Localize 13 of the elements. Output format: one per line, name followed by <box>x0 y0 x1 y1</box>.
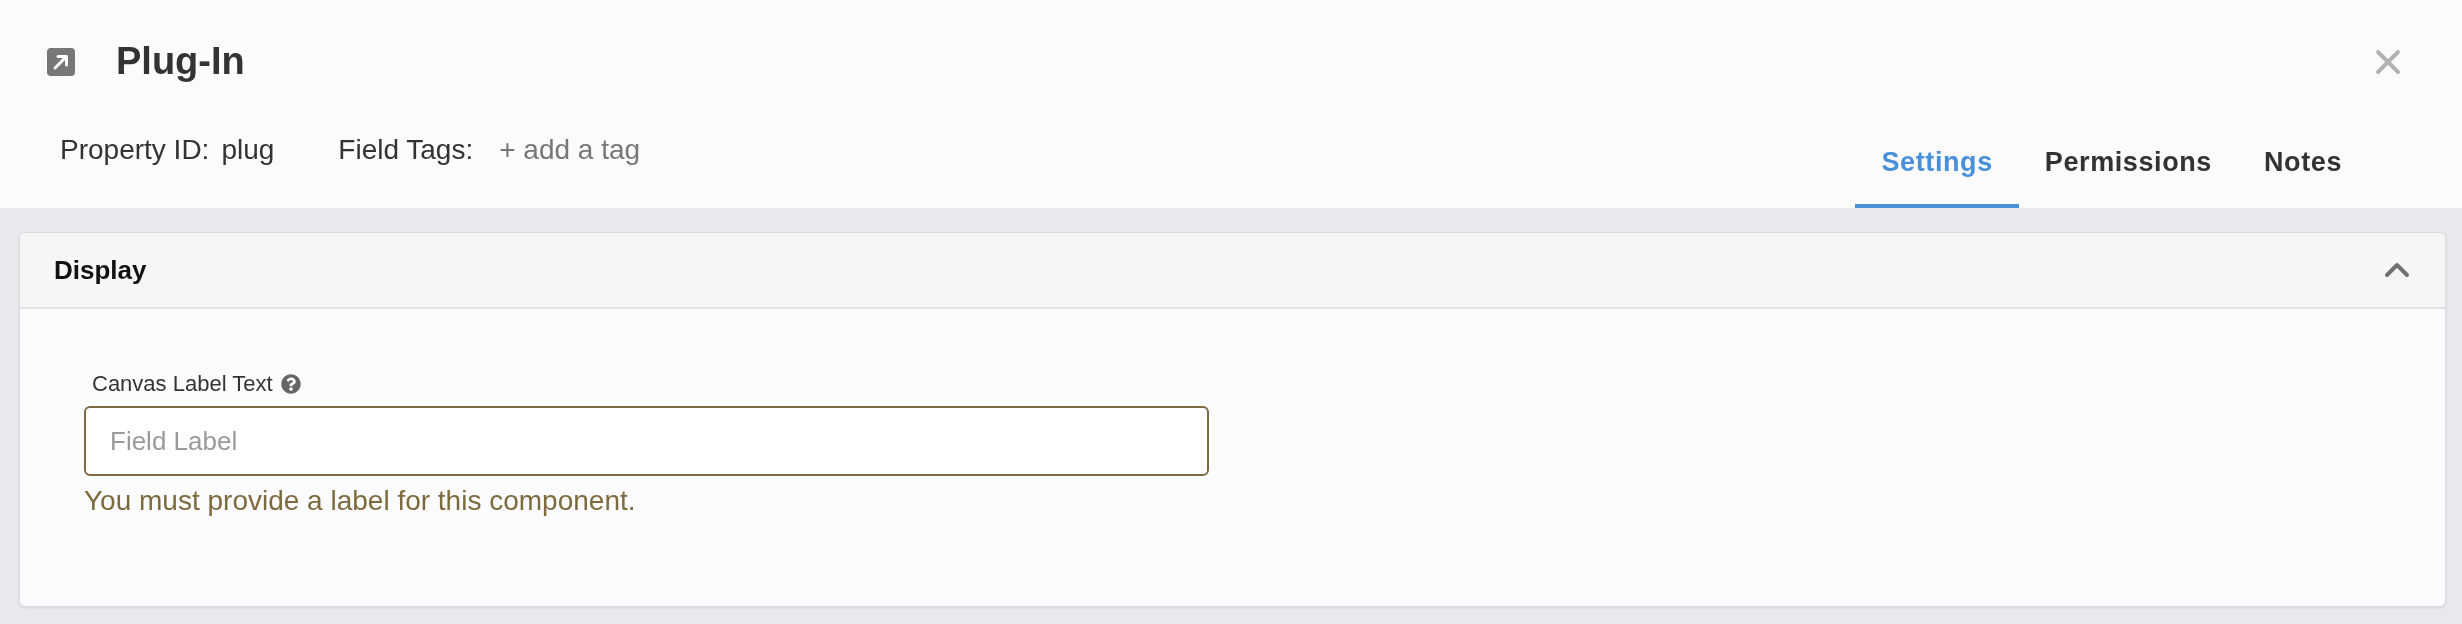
error-message: You must provide a label for this component. <box>84 484 636 518</box>
property-id-label: Property ID: <box>60 134 210 166</box>
collapse-toggle[interactable] <box>2384 262 2410 278</box>
section-title: Display <box>54 255 147 285</box>
tab[interactable]: Notes <box>2238 124 2368 208</box>
modal-title: Plug-In <box>116 41 245 83</box>
field-label: Canvas Label Text <box>92 370 273 398</box>
text-input[interactable]: Field Label <box>84 406 1209 476</box>
property-id-value: plug <box>221 134 275 166</box>
field-tags-label: Field Tags: <box>338 134 474 166</box>
tab[interactable]: Permissions <box>2018 124 2238 208</box>
help-icon[interactable] <box>280 374 301 394</box>
add-tag-link[interactable]: + add a tag <box>499 134 641 166</box>
